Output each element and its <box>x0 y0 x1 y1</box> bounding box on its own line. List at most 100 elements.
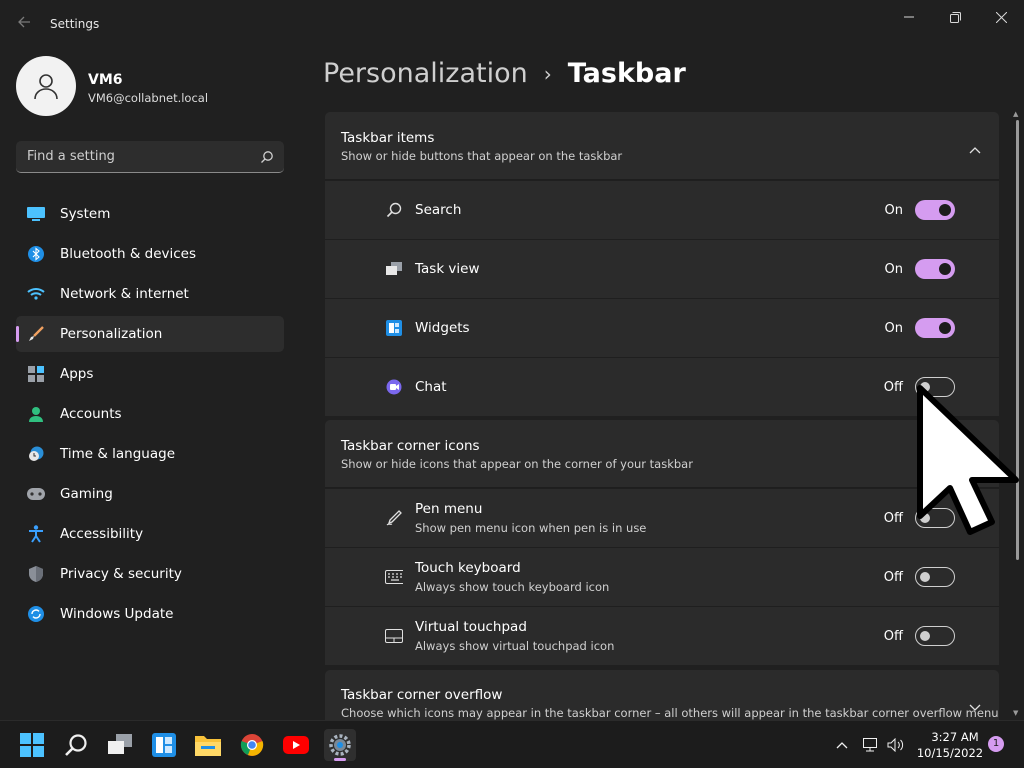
maximize-button[interactable] <box>932 6 978 28</box>
virtual-touchpad-setting-row: Virtual touchpad Always show virtual tou… <box>325 606 999 665</box>
user-profile[interactable]: VM6 VM6@collabnet.local <box>16 56 286 116</box>
search-input[interactable] <box>16 141 256 172</box>
clock-globe-icon <box>27 445 45 463</box>
sidebar-item-privacy[interactable]: Privacy & security <box>16 556 284 592</box>
row-description: Always show touch keyboard icon <box>415 580 610 594</box>
corner-icons-section: Taskbar corner icons Show or hide icons … <box>325 420 999 665</box>
section-title: Taskbar corner overflow <box>341 687 503 703</box>
sidebar-item-label: Privacy & security <box>60 566 182 582</box>
row-description: Always show virtual touchpad icon <box>415 639 615 653</box>
taskbar-search-button[interactable] <box>60 729 92 761</box>
sidebar-item-personalization[interactable]: Personalization <box>16 316 284 352</box>
taskbar-task-view-button[interactable] <box>104 729 136 761</box>
start-button[interactable] <box>16 729 48 761</box>
close-button[interactable] <box>978 6 1024 28</box>
window-title: Settings <box>50 17 100 31</box>
sidebar-item-accounts[interactable]: Accounts <box>16 396 284 432</box>
chevron-down-icon[interactable] <box>969 697 981 716</box>
page-title: Taskbar <box>567 58 686 89</box>
notification-badge[interactable]: 1 <box>988 736 1004 752</box>
widgets-icon <box>152 733 176 757</box>
show-hidden-icons-button[interactable] <box>834 735 850 755</box>
settings-icon <box>329 734 351 756</box>
taskbar-widgets-button[interactable] <box>148 729 180 761</box>
toggle-state: Off <box>883 511 903 526</box>
taskbar-file-explorer-button[interactable] <box>192 729 224 761</box>
toggle-state: Off <box>883 380 903 395</box>
touch-keyboard-toggle[interactable] <box>915 567 955 587</box>
network-tray-icon[interactable] <box>862 735 880 755</box>
sidebar-item-label: Accounts <box>60 406 122 422</box>
widgets-toggle[interactable] <box>915 318 955 338</box>
sidebar-item-label: Accessibility <box>60 526 144 542</box>
system-icon <box>27 205 45 223</box>
breadcrumb-parent[interactable]: Personalization <box>323 58 528 89</box>
pen-menu-setting-row: Pen menu Show pen menu icon when pen is … <box>325 488 999 547</box>
section-description: Choose which icons may appear in the tas… <box>341 706 999 720</box>
accounts-icon <box>27 405 45 423</box>
sidebar-item-label: System <box>60 206 111 222</box>
taskbar: 3:27 AM 10/15/2022 1 <box>0 720 1024 768</box>
volume-icon <box>887 738 904 752</box>
virtual-touchpad-toggle[interactable] <box>915 626 955 646</box>
row-label: Widgets <box>415 320 470 336</box>
sidebar-item-network[interactable]: Network & internet <box>16 276 284 312</box>
volume-tray-icon[interactable] <box>886 735 906 755</box>
sidebar-item-label: Windows Update <box>60 606 174 622</box>
scroll-up-icon[interactable]: ▲ <box>1013 110 1018 118</box>
apps-icon <box>27 365 45 383</box>
taskbar-items-header[interactable]: Taskbar items Show or hide buttons that … <box>325 112 999 180</box>
chat-toggle[interactable] <box>915 377 955 397</box>
row-label: Pen menu <box>415 501 483 517</box>
corner-icons-header[interactable]: Taskbar corner icons Show or hide icons … <box>325 420 999 488</box>
sidebar-item-label: Apps <box>60 366 94 382</box>
corner-overflow-section[interactable]: Taskbar corner overflow Choose which ico… <box>325 670 999 720</box>
touchpad-icon <box>385 627 403 645</box>
sidebar-item-system[interactable]: System <box>16 196 284 232</box>
sidebar-item-accessibility[interactable]: Accessibility <box>16 516 284 552</box>
search-toggle[interactable] <box>915 200 955 220</box>
toggle-state: Off <box>883 570 903 585</box>
clock-date[interactable]: 10/15/2022 <box>915 746 985 760</box>
search-icon <box>65 734 87 756</box>
sidebar-item-gaming[interactable]: Gaming <box>16 476 284 512</box>
minimize-icon <box>904 16 914 18</box>
sidebar-item-time-language[interactable]: Time & language <box>16 436 284 472</box>
user-icon <box>34 74 58 100</box>
task-view-toggle[interactable] <box>915 259 955 279</box>
task-view-setting-row: Task view On <box>325 239 999 298</box>
sidebar-item-bluetooth[interactable]: Bluetooth & devices <box>16 236 284 272</box>
toggle-state: On <box>884 262 903 277</box>
row-description: Show pen menu icon when pen is in use <box>415 521 647 535</box>
section-description: Show or hide buttons that appear on the … <box>341 149 623 163</box>
gamepad-icon <box>27 485 45 503</box>
task-view-icon <box>108 734 132 754</box>
back-arrow-icon[interactable] <box>14 14 34 34</box>
taskbar-youtube-button[interactable] <box>280 729 312 761</box>
chat-icon <box>385 378 403 396</box>
scrollbar-thumb[interactable] <box>1016 120 1019 560</box>
taskbar-settings-button[interactable] <box>324 729 356 761</box>
toggle-state: Off <box>883 629 903 644</box>
chevron-up-icon[interactable] <box>969 139 981 158</box>
sidebar-item-label: Time & language <box>60 446 176 462</box>
avatar <box>16 56 76 116</box>
clock-time[interactable]: 3:27 AM <box>925 730 985 744</box>
pen-icon <box>385 509 403 527</box>
settings-search-box[interactable] <box>16 141 284 173</box>
youtube-icon <box>283 736 309 754</box>
ethernet-icon <box>863 738 877 752</box>
chevron-up-icon[interactable] <box>969 447 981 466</box>
minimize-button[interactable] <box>886 6 932 28</box>
user-email: VM6@collabnet.local <box>88 91 209 105</box>
sidebar-item-label: Network & internet <box>60 286 189 302</box>
restore-icon <box>949 11 961 23</box>
scroll-down-icon[interactable]: ▼ <box>1013 709 1018 717</box>
taskbar-chrome-button[interactable] <box>236 729 268 761</box>
sidebar-item-apps[interactable]: Apps <box>16 356 284 392</box>
row-label: Virtual touchpad <box>415 619 527 635</box>
section-title: Taskbar corner icons <box>341 438 480 454</box>
sidebar-item-windows-update[interactable]: Windows Update <box>16 596 284 632</box>
pen-menu-toggle[interactable] <box>915 508 955 528</box>
breadcrumb: Personalization › Taskbar <box>323 58 686 89</box>
